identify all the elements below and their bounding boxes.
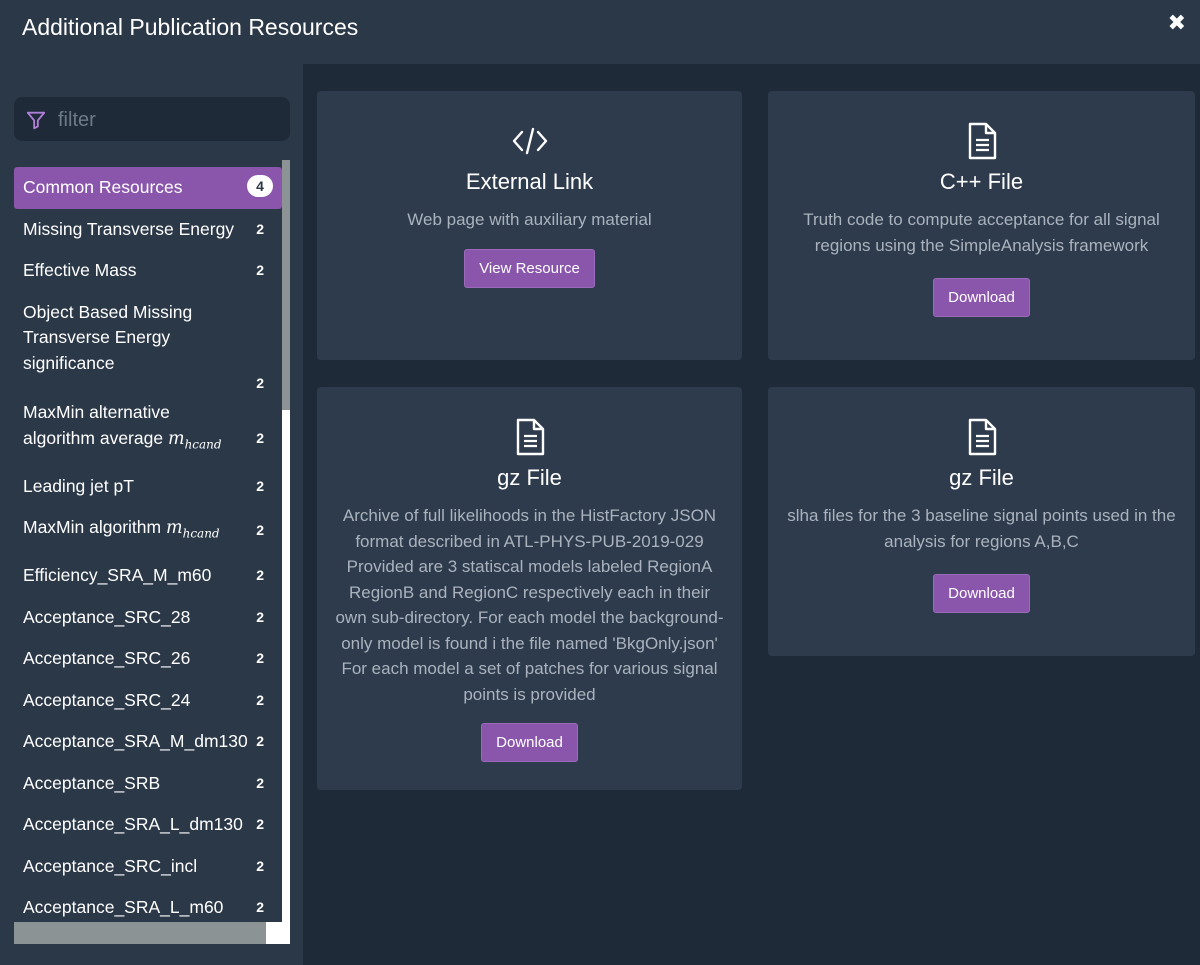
item-count: 2 [256,691,264,708]
card-title: gz File [497,465,562,490]
sidebar-item-label: Acceptance_SRC_24 [23,689,191,710]
filter-icon [26,111,46,130]
sidebar-item-acceptance-src-incl[interactable]: Acceptance_SRC_incl 2 [14,846,282,888]
item-count: 2 [256,430,264,446]
item-count: 2 [256,733,264,749]
sidebar-item-label: Efficiency_SRA_M_m60 [23,565,212,585]
card-description: Truth code to compute acceptance for all… [803,210,1160,255]
close-icon[interactable]: ✖ [1168,10,1186,36]
horizontal-scrollbar[interactable] [14,922,290,944]
item-count: 2 [256,650,264,666]
sidebar-item-maxmin-algorithm[interactable]: MaxMin algorithm mhcand 2 [14,507,282,555]
item-count: 2 [256,857,264,874]
sidebar-item-label: Effective Mass [23,260,137,280]
download-button[interactable]: Download [933,574,1030,613]
resource-card-external-link: External Link Web page with auxiliary ma… [317,91,742,360]
sidebar-item-acceptance-sra-m-dm130[interactable]: Acceptance_SRA_M_dm130 2 [14,721,282,763]
sidebar-item-efficiency-sra-m-m60[interactable]: Efficiency_SRA_M_m60 2 [14,555,282,597]
item-count: 2 [256,608,264,625]
dialog-title: Additional Publication Resources [22,14,359,40]
card-title: gz File [949,465,1014,490]
view-resource-button[interactable]: View Resource [464,248,595,288]
vertical-scrollbar-thumb[interactable] [282,160,290,410]
vertical-scrollbar[interactable] [282,160,290,944]
item-count: 2 [256,220,264,237]
download-button[interactable]: Download [933,278,1030,317]
sidebar-item-label: Acceptance_SRB [23,772,161,793]
item-count: 2 [256,477,264,494]
sidebar-item-missing-transverse-energy[interactable]: Missing Transverse Energy 2 [14,209,282,251]
sidebar-item-label: Acceptance_SRC_26 [23,648,191,668]
math-symbol: mhcand [165,518,220,541]
sidebar-item-label: Leading jet pT [23,475,134,496]
item-count: 2 [256,522,264,539]
sidebar-item-label: MaxMin algorithm mhcand [23,517,220,541]
resource-list: Common Resources 4 Missing Transverse En… [14,167,282,937]
card-description: Web page with auxiliary material [407,210,652,229]
math-symbol: mhcand [167,428,222,452]
sidebar-item-object-based-met-significance[interactable]: Object Based Missing Transverse Energy s… [14,292,282,405]
filter-input[interactable] [56,104,280,136]
file-icon [968,122,996,160]
card-title: External Link [465,169,594,194]
sidebar-item-acceptance-src-26[interactable]: Acceptance_SRC_26 2 [14,638,282,680]
sidebar-item-common-resources[interactable]: Common Resources 4 [14,167,282,209]
item-count: 2 [256,899,264,915]
code-icon [512,127,547,155]
count-badge: 4 [247,175,273,197]
card-description: slha files for the 3 baseline signal poi… [787,506,1176,551]
resource-card-cpp-file: C++ File Truth code to compute acceptanc… [768,91,1195,360]
sidebar-item-label: Common Resources [23,177,183,197]
sidebar-item-acceptance-srb[interactable]: Acceptance_SRB 2 [14,763,282,805]
sidebar-item-label: Acceptance_SRA_L_dm130 [23,814,243,834]
sidebar-item-acceptance-sra-l-dm130[interactable]: Acceptance_SRA_L_dm130 2 [14,804,282,846]
card-title: C++ File [939,169,1024,194]
sidebar-item-label: Missing Transverse Energy [23,218,235,239]
item-count: 2 [256,262,264,278]
resource-card-gz-file-slha: gz File slha files for the 3 baseline si… [768,387,1195,656]
sidebar-item-label: Object Based Missing Transverse Energy s… [23,301,193,373]
sidebar-item-label: Acceptance_SRA_L_m60 [23,897,224,917]
sidebar-item-acceptance-src-28[interactable]: Acceptance_SRC_28 2 [14,597,282,639]
file-icon [516,418,544,456]
sidebar-item-acceptance-src-24[interactable]: Acceptance_SRC_24 2 [14,680,282,722]
sidebar-item-effective-mass[interactable]: Effective Mass 2 [14,250,282,292]
item-count: 2 [256,774,264,791]
sidebar: Common Resources 4 Missing Transverse En… [0,64,303,965]
dialog-header: Additional Publication Resources ✖ [0,0,1200,64]
resource-card-gz-file-likelihoods: gz File Archive of full likelihoods in t… [317,387,742,790]
sidebar-item-label: Acceptance_SRA_M_dm130 [23,731,248,751]
sidebar-item-label: Acceptance_SRC_incl [23,855,198,876]
filter-box [14,97,290,141]
sidebar-item-label: Acceptance_SRC_28 [23,606,191,627]
sidebar-item-maxmin-alternative[interactable]: MaxMin alternative algorithm average mhc… [14,392,282,466]
item-count: 2 [256,816,264,832]
card-description: Archive of full likelihoods in the HistF… [335,506,724,704]
item-count: 2 [256,567,264,583]
sidebar-item-leading-jet-pt[interactable]: Leading jet pT 2 [14,466,282,508]
download-button[interactable]: Download [481,723,578,762]
horizontal-scrollbar-thumb[interactable] [14,922,266,944]
sidebar-item-label: MaxMin alternative algorithm average mhc… [23,402,222,452]
file-icon [968,418,996,456]
